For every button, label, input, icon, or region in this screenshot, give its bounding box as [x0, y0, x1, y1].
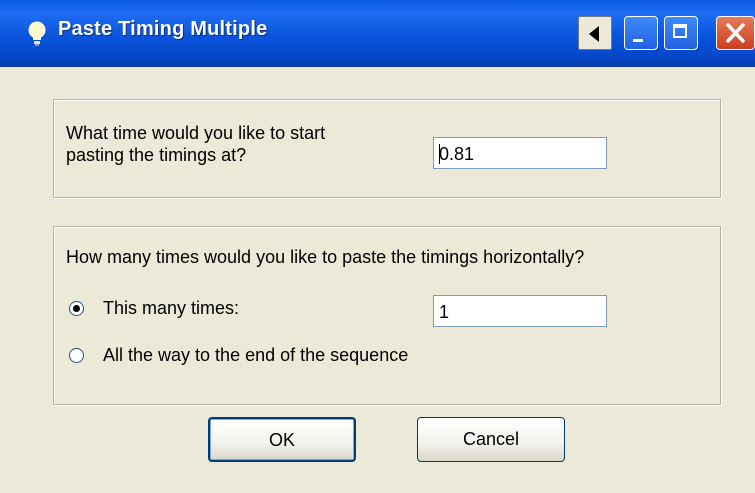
text-caret — [439, 144, 440, 164]
window-title: Paste Timing Multiple — [58, 18, 268, 40]
radio-selected-dot — [73, 305, 80, 312]
this-many-times-label[interactable]: This many times: — [103, 297, 239, 319]
cancel-button[interactable]: Cancel — [417, 417, 565, 462]
dialog-window: Paste Timing Multiple What time would yo… — [0, 0, 755, 493]
repeat-prompt: How many times would you like to paste t… — [66, 247, 585, 267]
close-button[interactable] — [716, 16, 755, 50]
start-time-input[interactable]: 0.81 — [433, 137, 607, 169]
maximize-button[interactable] — [664, 16, 698, 50]
left-triangle-icon — [589, 26, 599, 42]
maximize-icon — [673, 24, 687, 38]
to-end-label[interactable]: All the way to the end of the sequence — [103, 344, 408, 366]
title-bar[interactable]: Paste Timing Multiple — [0, 0, 755, 67]
start-time-prompt-line1: What time would you like to start — [66, 123, 326, 143]
ok-button[interactable]: OK — [208, 417, 356, 462]
times-value: 1 — [439, 302, 450, 322]
close-icon — [726, 23, 745, 43]
this-many-times-radio[interactable] — [69, 301, 84, 316]
times-input[interactable]: 1 — [433, 295, 607, 327]
minimize-icon — [633, 39, 643, 42]
to-end-radio[interactable] — [69, 348, 84, 363]
help-button[interactable] — [578, 16, 612, 50]
start-time-prompt-line2: pasting the timings at? — [66, 145, 247, 165]
bulb-icon — [28, 21, 46, 46]
start-time-value: 0.81 — [439, 144, 475, 164]
minimize-button[interactable] — [624, 16, 658, 50]
